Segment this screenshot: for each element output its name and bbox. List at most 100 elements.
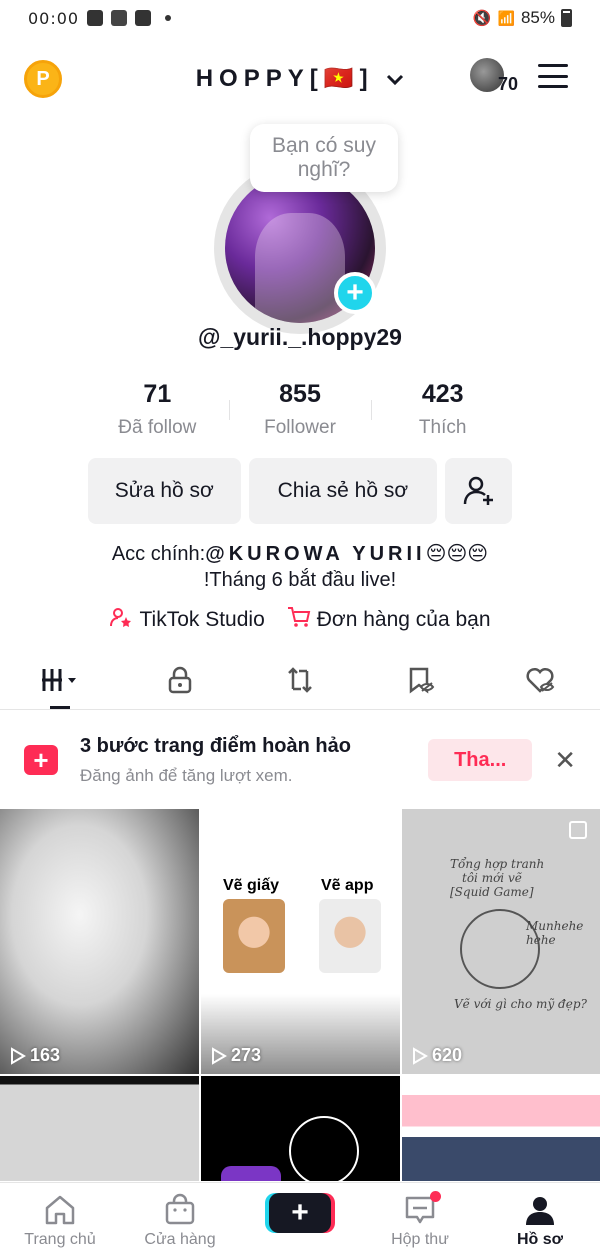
video-thumbnail[interactable] [0,1076,199,1181]
profile-stats: 71 Đã follow 855 Follower 423 Thích [86,380,514,439]
thumbnail-caption: Vẽ giấy [223,877,280,894]
person-star-icon [109,606,133,634]
tiktok-studio-link[interactable]: TikTok Studio [109,606,265,634]
banner-subtitle: Đăng ảnh để tăng lượt xem. [80,765,293,785]
thumbnail-note: Tổng hợp tranh tôi mới vẽ [Squid Game] [450,857,545,899]
view-count-value: 273 [231,1045,262,1065]
tab-reposts[interactable] [240,650,360,709]
nav-shop[interactable]: Cửa hàng [120,1183,240,1259]
tiktok-notification-icon [111,10,128,26]
tab-favorites[interactable] [360,650,480,709]
view-count-value: 620 [432,1045,463,1065]
stat-value: 71 [143,380,172,408]
nav-label: Hồ sơ [516,1231,564,1248]
edit-profile-button[interactable]: Sửa hồ sơ [88,458,241,524]
stat-label: Đã follow [118,417,197,438]
lock-icon [168,666,192,693]
heart-hidden-icon [526,667,555,693]
link-label: TikTok Studio [139,608,265,631]
stat-label: Thích [418,417,467,438]
nav-profile[interactable]: Hồ sơ [480,1183,600,1259]
content-tabs [0,650,600,710]
promo-banner: + 3 bước trang điểm hoàn hảo Đăng ảnh để… [0,711,600,809]
username: @_yurii._.hoppy29 [198,324,402,350]
add-friend-button[interactable] [445,458,512,524]
thumbnail-caption: Vẽ app [321,877,374,894]
nav-home[interactable]: Trang chủ [0,1183,120,1259]
shop-bag-icon [165,1193,195,1225]
nav-label: Cửa hàng [144,1231,216,1248]
add-photo-icon: + [24,745,58,775]
nav-inbox[interactable]: Hộp thư [360,1183,480,1259]
shop-notification-icon [87,10,104,26]
share-profile-button[interactable]: Chia sẻ hồ sơ [248,458,438,524]
status-time: 00:00 [28,8,80,28]
tab-videos[interactable] [0,650,120,709]
add-user-icon [463,476,493,505]
link-label: Đơn hàng của bạn [316,608,491,631]
stat-following[interactable]: 71 Đã follow [86,380,229,439]
view-count: 163 [10,1045,60,1066]
account-name: HOPPY[🇻🇳] [195,65,374,92]
stat-likes[interactable]: 423 Thích [371,380,514,439]
tab-liked[interactable] [480,650,600,709]
close-icon[interactable]: ✕ [554,745,576,776]
sketch-face [289,1116,359,1181]
banner-title: 3 bước trang điểm hoàn hảo [80,734,351,757]
video-thumbnail[interactable] [402,1076,600,1181]
story-count-badge: 70 [498,74,519,94]
video-thumbnail[interactable] [201,1076,400,1181]
thumbnail-bottom-note: Vẽ với gì cho mỹ đẹp? [454,997,587,1011]
cart-icon [287,606,311,634]
photo-carousel-icon [569,821,587,839]
thumbnail-side-note: Munhehe hehe [526,919,584,947]
battery-percent: 85% [520,8,555,27]
video-thumbnail[interactable]: 163 [0,809,199,1074]
profile-icon [526,1197,554,1225]
bottom-nav: Trang chủ Cửa hàng + Hộp thư Hồ sơ [0,1182,600,1259]
bio-line-1: Acc chính:@KUROWA YURII😔😔😔 [0,541,600,566]
create-plus-icon: + [269,1193,331,1233]
play-icon [11,1046,26,1065]
bookmark-hidden-icon [409,667,435,693]
video-thumbnail[interactable]: Vẽ giấy Vẽ app 273 [201,809,400,1074]
stat-label: Follower [264,417,336,438]
play-icon [413,1046,428,1065]
status-bar: 00:00 🔇 📶 85% [0,0,600,36]
bio-prefix: Acc chính: [111,543,206,565]
more-notifications-icon [165,15,172,21]
video-grid: 163 Vẽ giấy Vẽ app 273 Tổng hợp tranh tô… [0,809,600,1181]
wifi-icon: 📶 [497,9,515,26]
view-count: 273 [211,1045,261,1066]
stat-value: 423 [421,380,464,408]
tab-private[interactable] [120,650,240,709]
mute-icon: 🔇 [472,10,492,27]
stat-followers[interactable]: 855 Follower [228,380,372,439]
top-nav: P HOPPY[🇻🇳] 70 [0,50,600,110]
bio-line-2: !Tháng 6 bắt đầu live! [203,569,397,591]
grid-icon [42,668,76,691]
nav-create[interactable]: + [240,1183,360,1259]
menu-icon[interactable] [538,64,568,88]
stat-value: 855 [279,380,321,408]
bio-handle[interactable]: @KUROWA YURII [205,543,425,565]
play-icon [212,1046,227,1065]
nav-label: Trang chủ [24,1231,96,1248]
battery-icon [561,9,572,27]
video-thumbnail[interactable]: Tổng hợp tranh tôi mới vẽ [Squid Game] M… [402,809,600,1074]
nav-label: Hộp thư [391,1231,449,1248]
home-icon [45,1195,75,1225]
purple-hair [221,1166,281,1181]
profile-actions: Sửa hồ sơ Chia sẻ hồ sơ [88,458,512,524]
banner-action-button[interactable]: Tha... [428,739,533,781]
profile-links: TikTok Studio Đơn hàng của bạn [0,606,600,634]
bio-emoji: 😔😔😔 [425,543,489,565]
add-story-button[interactable]: + [334,272,376,314]
notification-dot [430,1191,441,1202]
chevron-down-icon [386,70,404,90]
view-count: 620 [412,1045,462,1066]
drawing-image [223,899,285,973]
orders-link[interactable]: Đơn hàng của bạn [287,606,491,634]
thoughts-bubble[interactable]: Bạn có suy nghĩ? [250,124,398,192]
repost-icon [288,666,312,693]
